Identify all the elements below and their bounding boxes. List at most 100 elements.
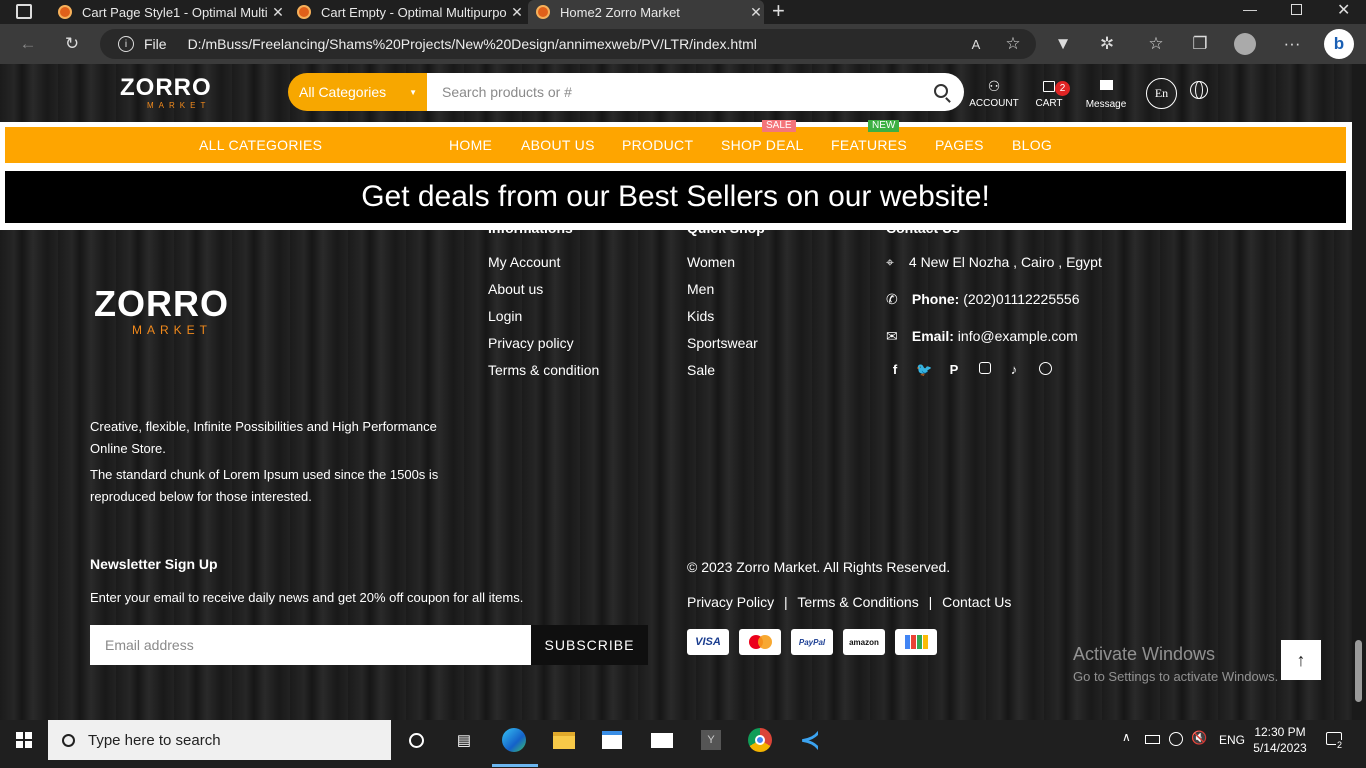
- search-placeholder: Search products or #: [442, 84, 572, 100]
- nav-all-categories[interactable]: ALL CATEGORIES: [199, 137, 322, 153]
- logo-wordmark: ZORRO: [120, 74, 212, 101]
- restore-window-button[interactable]: [1291, 4, 1302, 15]
- vscode-icon[interactable]: ≺: [796, 726, 824, 754]
- show-hidden-icons-button[interactable]: ∧: [1122, 730, 1131, 744]
- back-arrow-icon[interactable]: ←: [16, 32, 40, 56]
- terms-conditions-link[interactable]: Terms & Conditions: [797, 594, 918, 610]
- extension-v-icon[interactable]: ▼: [1051, 32, 1075, 56]
- nav-home[interactable]: HOME: [449, 137, 492, 153]
- chrome-icon[interactable]: [746, 726, 774, 754]
- phone-number[interactable]: (202)01112225556: [963, 291, 1079, 307]
- profile-avatar-icon[interactable]: [1233, 32, 1257, 56]
- footer-logo[interactable]: ZORRO MARKET: [94, 286, 274, 338]
- nav-blog[interactable]: BLOG: [1012, 137, 1052, 153]
- nav-features[interactable]: FEATURES: [831, 137, 907, 153]
- facebook-icon[interactable]: f: [887, 362, 903, 377]
- close-tab-icon[interactable]: ✕: [270, 4, 286, 21]
- instagram-icon[interactable]: [977, 362, 993, 377]
- page-scrollbar[interactable]: [1352, 64, 1366, 720]
- nav-shop-deal[interactable]: SHOP DEAL: [721, 137, 804, 153]
- newsletter-email-input[interactable]: Email address: [90, 625, 531, 665]
- globe-icon-meridian: [1195, 81, 1203, 99]
- windows-start-icon[interactable]: [10, 726, 38, 754]
- tiktok-icon[interactable]: ♪: [1006, 362, 1022, 377]
- footer-link-men[interactable]: Men: [687, 281, 714, 297]
- contact-us-link[interactable]: Contact Us: [942, 594, 1011, 610]
- footer-link-women[interactable]: Women: [687, 254, 735, 270]
- notification-count-badge: 2: [1336, 740, 1344, 750]
- new-tab-button[interactable]: +: [772, 0, 785, 24]
- back-to-top-button[interactable]: ↑: [1281, 640, 1321, 680]
- close-tab-icon[interactable]: ✕: [509, 4, 525, 21]
- message-link[interactable]: Message: [1080, 78, 1132, 110]
- newsletter-heading: Newsletter Sign Up: [90, 556, 218, 572]
- taskbar-search[interactable]: Type here to search: [48, 720, 391, 760]
- footer-link-kids[interactable]: Kids: [687, 308, 714, 324]
- task-view-icon[interactable]: ▤: [450, 726, 478, 754]
- new-badge: NEW: [868, 120, 900, 132]
- bing-chat-icon[interactable]: b: [1324, 29, 1354, 59]
- battery-icon[interactable]: [1145, 735, 1160, 744]
- refresh-icon[interactable]: ↻: [60, 32, 84, 56]
- footer-link-about-us[interactable]: About us: [488, 281, 543, 297]
- collections-icon[interactable]: ❐: [1188, 32, 1212, 56]
- clock[interactable]: 12:30 PM 5/14/2023: [1252, 724, 1308, 756]
- tab-title: Home2 Zorro Market: [560, 4, 680, 20]
- browser-tab-home2[interactable]: Home2 Zorro Market ✕: [528, 0, 764, 24]
- edge-app-icon[interactable]: [500, 726, 528, 754]
- footer-link-sale[interactable]: Sale: [687, 362, 715, 378]
- scrollbar-thumb[interactable]: [1355, 640, 1362, 702]
- browser-tab-cart-style1[interactable]: Cart Page Style1 - Optimal Multi ✕: [50, 0, 286, 24]
- search-icon: [62, 733, 75, 747]
- read-aloud-icon[interactable]: A: [964, 32, 988, 56]
- search-input[interactable]: Search products or #: [427, 73, 964, 111]
- envelope-icon: ✉: [886, 328, 898, 344]
- site-logo[interactable]: ZORRO MARKET: [120, 76, 240, 112]
- tab-actions-icon[interactable]: [16, 4, 32, 19]
- footer-link-login[interactable]: Login: [488, 308, 522, 324]
- nav-pages[interactable]: PAGES: [935, 137, 984, 153]
- add-favorite-icon[interactable]: ☆: [1001, 32, 1025, 56]
- twitter-icon[interactable]: 🐦: [916, 362, 932, 378]
- volume-muted-icon[interactable]: 🔇: [1191, 730, 1207, 746]
- extensions-icon[interactable]: ✲: [1095, 32, 1119, 56]
- all-categories-dropdown[interactable]: All Categories ▼: [288, 73, 427, 111]
- pinterest-icon[interactable]: P: [946, 362, 962, 377]
- cortana-icon[interactable]: [402, 726, 430, 754]
- subscribe-button[interactable]: SUBSCRIBE: [531, 625, 648, 665]
- store-icon[interactable]: [598, 726, 626, 754]
- browser-tab-strip: Cart Page Style1 - Optimal Multi ✕ Cart …: [0, 0, 1366, 24]
- language-button[interactable]: En: [1146, 78, 1177, 109]
- minimize-window-button[interactable]: —: [1243, 1, 1257, 17]
- info-icon[interactable]: i: [118, 36, 134, 52]
- email-address[interactable]: info@example.com: [958, 328, 1078, 344]
- settings-more-icon[interactable]: ···: [1280, 32, 1304, 56]
- browser-tab-cart-empty[interactable]: Cart Empty - Optimal Multipurpo ✕: [289, 0, 525, 24]
- yammer-app-icon[interactable]: Y: [697, 726, 725, 754]
- close-window-button[interactable]: ✕: [1337, 0, 1350, 20]
- footer-link-sportswear[interactable]: Sportswear: [687, 335, 758, 351]
- nav-about-us[interactable]: ABOUT US: [521, 137, 595, 153]
- footer-link-terms[interactable]: Terms & condition: [488, 362, 599, 378]
- footer-link-my-account[interactable]: My Account: [488, 254, 560, 270]
- contact-heading: Contact Us: [886, 220, 960, 236]
- whatsapp-icon[interactable]: [1037, 362, 1053, 378]
- amazon-icon: amazon: [843, 629, 885, 655]
- privacy-policy-link[interactable]: Privacy Policy: [687, 594, 774, 610]
- file-explorer-icon[interactable]: [550, 726, 578, 754]
- address-bar[interactable]: i File D:/mBuss/Freelancing/Shams%20Proj…: [100, 29, 1036, 59]
- mail-icon[interactable]: [648, 726, 676, 754]
- account-link[interactable]: ⚇ ACCOUNT: [966, 78, 1022, 109]
- clock-time: 12:30 PM: [1254, 725, 1306, 739]
- nav-product[interactable]: PRODUCT: [622, 137, 693, 153]
- language-indicator[interactable]: ENG: [1219, 733, 1245, 747]
- footer-about-text-1: Creative, flexible, Infinite Possibiliti…: [90, 419, 437, 456]
- paypal-icon: PayPal: [791, 629, 833, 655]
- network-globe-icon[interactable]: [1169, 732, 1183, 746]
- cart-link[interactable]: CART 2: [1030, 78, 1070, 109]
- favorites-icon[interactable]: ☆: [1144, 32, 1168, 56]
- close-tab-icon[interactable]: ✕: [748, 4, 764, 21]
- site-favicon-icon: [58, 5, 72, 19]
- url-text[interactable]: D:/mBuss/Freelancing/Shams%20Projects/Ne…: [188, 36, 757, 52]
- footer-link-privacy-policy[interactable]: Privacy policy: [488, 335, 574, 351]
